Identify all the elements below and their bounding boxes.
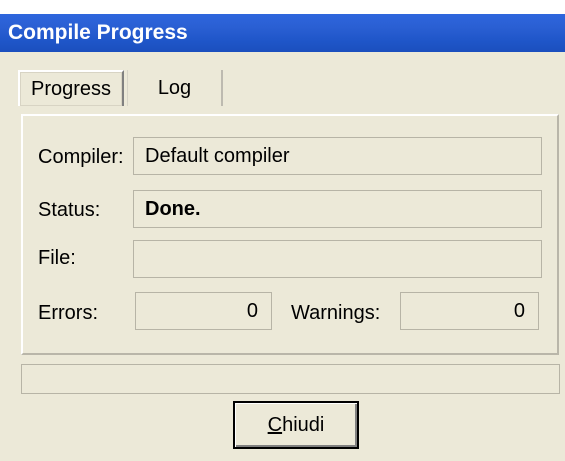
tab-strip: Progress Log (18, 62, 223, 106)
close-button[interactable]: Chiudi (233, 401, 359, 449)
file-field (133, 240, 542, 278)
tab-progress[interactable]: Progress (18, 70, 124, 106)
close-button-label-rest: hiudi (282, 413, 325, 436)
errors-label: Errors: (38, 302, 98, 324)
tab-log[interactable]: Log (127, 70, 223, 106)
close-button-label: Chiudi (268, 414, 325, 437)
compiler-label: Compiler: (38, 146, 124, 168)
window-title: Compile Progress (8, 21, 188, 44)
tab-log-label: Log (157, 76, 192, 99)
compiler-field: Default compiler (133, 137, 542, 175)
warnings-field: 0 (400, 292, 539, 330)
progress-panel: Compiler: Default compiler Status: Done.… (21, 114, 559, 355)
file-label: File: (38, 247, 76, 269)
status-label: Status: (38, 199, 101, 221)
status-field: Done. (133, 190, 542, 228)
compile-progress-bar (21, 364, 560, 394)
title-bar: Compile Progress (0, 14, 565, 52)
warnings-value: 0 (513, 299, 525, 322)
compile-progress-window: Compile Progress Progress Log Compiler: … (0, 0, 565, 461)
compiler-value: Default compiler (145, 144, 290, 167)
top-white-strip (0, 0, 565, 14)
warnings-label: Warnings: (291, 302, 381, 324)
close-button-accelerator: C (267, 413, 283, 436)
errors-value: 0 (246, 299, 258, 322)
errors-field: 0 (135, 292, 272, 330)
status-value: Done. (145, 197, 201, 220)
tab-progress-label: Progress (30, 77, 112, 100)
